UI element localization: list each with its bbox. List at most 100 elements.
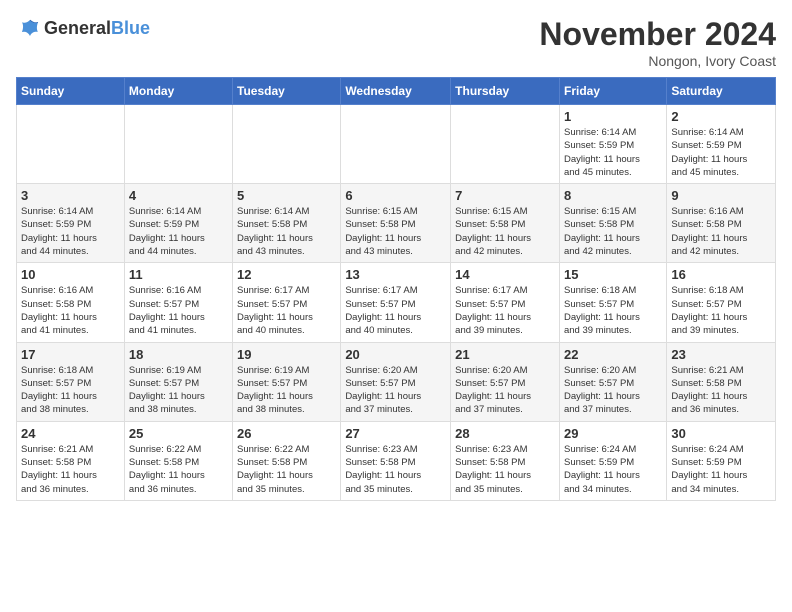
day-info: Sunrise: 6:15 AM Sunset: 5:58 PM Dayligh… bbox=[564, 205, 662, 258]
calendar-cell: 7 Sunrise: 6:15 AM Sunset: 5:58 PM Daylig… bbox=[451, 184, 560, 263]
calendar-cell: 9 Sunrise: 6:16 AM Sunset: 5:58 PM Daylig… bbox=[667, 184, 776, 263]
weekday-header-friday: Friday bbox=[559, 78, 666, 105]
location: Nongon, Ivory Coast bbox=[539, 53, 776, 69]
logo-text-blue: Blue bbox=[111, 18, 150, 38]
calendar-cell: 10 Sunrise: 6:16 AM Sunset: 5:58 PM Dayli… bbox=[17, 263, 125, 342]
day-number: 7 bbox=[455, 188, 555, 203]
day-info: Sunrise: 6:19 AM Sunset: 5:57 PM Dayligh… bbox=[237, 364, 336, 417]
day-info: Sunrise: 6:17 AM Sunset: 5:57 PM Dayligh… bbox=[455, 284, 555, 337]
day-number: 30 bbox=[671, 426, 771, 441]
calendar-cell: 15 Sunrise: 6:18 AM Sunset: 5:57 PM Dayli… bbox=[559, 263, 666, 342]
weekday-header-monday: Monday bbox=[124, 78, 232, 105]
week-row-3: 10 Sunrise: 6:16 AM Sunset: 5:58 PM Dayli… bbox=[17, 263, 776, 342]
day-number: 17 bbox=[21, 347, 120, 362]
calendar-cell bbox=[233, 105, 341, 184]
day-info: Sunrise: 6:23 AM Sunset: 5:58 PM Dayligh… bbox=[455, 443, 555, 496]
day-info: Sunrise: 6:24 AM Sunset: 5:59 PM Dayligh… bbox=[564, 443, 662, 496]
day-number: 1 bbox=[564, 109, 662, 124]
day-number: 27 bbox=[345, 426, 446, 441]
calendar-cell: 22 Sunrise: 6:20 AM Sunset: 5:57 PM Dayli… bbox=[559, 342, 666, 421]
calendar-table: SundayMondayTuesdayWednesdayThursdayFrid… bbox=[16, 77, 776, 501]
calendar-cell: 13 Sunrise: 6:17 AM Sunset: 5:57 PM Dayli… bbox=[341, 263, 451, 342]
calendar-cell: 6 Sunrise: 6:15 AM Sunset: 5:58 PM Daylig… bbox=[341, 184, 451, 263]
calendar-cell: 11Sunrise: 6:16 AM Sunset: 5:57 PM Dayli… bbox=[124, 263, 232, 342]
day-number: 19 bbox=[237, 347, 336, 362]
logo-icon bbox=[18, 16, 42, 40]
day-number: 9 bbox=[671, 188, 771, 203]
calendar-cell: 17 Sunrise: 6:18 AM Sunset: 5:57 PM Dayli… bbox=[17, 342, 125, 421]
week-row-2: 3 Sunrise: 6:14 AM Sunset: 5:59 PM Daylig… bbox=[17, 184, 776, 263]
day-info: Sunrise: 6:18 AM Sunset: 5:57 PM Dayligh… bbox=[564, 284, 662, 337]
day-info: Sunrise: 6:20 AM Sunset: 5:57 PM Dayligh… bbox=[345, 364, 446, 417]
day-info: Sunrise: 6:16 AM Sunset: 5:57 PM Dayligh… bbox=[129, 284, 228, 337]
weekday-header-sunday: Sunday bbox=[17, 78, 125, 105]
day-info: Sunrise: 6:20 AM Sunset: 5:57 PM Dayligh… bbox=[564, 364, 662, 417]
day-number: 25 bbox=[129, 426, 228, 441]
calendar-cell: 24 Sunrise: 6:21 AM Sunset: 5:58 PM Dayli… bbox=[17, 421, 125, 500]
day-number: 3 bbox=[21, 188, 120, 203]
page-header: GeneralBlue November 2024 Nongon, Ivory … bbox=[16, 16, 776, 69]
day-number: 8 bbox=[564, 188, 662, 203]
day-info: Sunrise: 6:19 AM Sunset: 5:57 PM Dayligh… bbox=[129, 364, 228, 417]
day-info: Sunrise: 6:18 AM Sunset: 5:57 PM Dayligh… bbox=[21, 364, 120, 417]
calendar-cell: 25Sunrise: 6:22 AM Sunset: 5:58 PM Dayli… bbox=[124, 421, 232, 500]
calendar-cell: 5 Sunrise: 6:14 AM Sunset: 5:58 PM Daylig… bbox=[233, 184, 341, 263]
day-number: 15 bbox=[564, 267, 662, 282]
weekday-header-wednesday: Wednesday bbox=[341, 78, 451, 105]
day-info: Sunrise: 6:23 AM Sunset: 5:58 PM Dayligh… bbox=[345, 443, 446, 496]
calendar-cell bbox=[17, 105, 125, 184]
month-title: November 2024 bbox=[539, 16, 776, 53]
day-number: 10 bbox=[21, 267, 120, 282]
day-number: 4 bbox=[129, 188, 228, 203]
calendar-cell: 8 Sunrise: 6:15 AM Sunset: 5:58 PM Daylig… bbox=[559, 184, 666, 263]
calendar-cell: 28Sunrise: 6:23 AM Sunset: 5:58 PM Dayli… bbox=[451, 421, 560, 500]
day-number: 6 bbox=[345, 188, 446, 203]
day-number: 23 bbox=[671, 347, 771, 362]
calendar-cell bbox=[341, 105, 451, 184]
day-info: Sunrise: 6:14 AM Sunset: 5:58 PM Dayligh… bbox=[237, 205, 336, 258]
day-number: 2 bbox=[671, 109, 771, 124]
calendar-cell: 30Sunrise: 6:24 AM Sunset: 5:59 PM Dayli… bbox=[667, 421, 776, 500]
day-number: 22 bbox=[564, 347, 662, 362]
weekday-header-row: SundayMondayTuesdayWednesdayThursdayFrid… bbox=[17, 78, 776, 105]
day-info: Sunrise: 6:14 AM Sunset: 5:59 PM Dayligh… bbox=[21, 205, 120, 258]
day-info: Sunrise: 6:18 AM Sunset: 5:57 PM Dayligh… bbox=[671, 284, 771, 337]
day-number: 21 bbox=[455, 347, 555, 362]
day-number: 29 bbox=[564, 426, 662, 441]
week-row-4: 17 Sunrise: 6:18 AM Sunset: 5:57 PM Dayli… bbox=[17, 342, 776, 421]
day-info: Sunrise: 6:17 AM Sunset: 5:57 PM Dayligh… bbox=[345, 284, 446, 337]
week-row-5: 24 Sunrise: 6:21 AM Sunset: 5:58 PM Dayli… bbox=[17, 421, 776, 500]
day-info: Sunrise: 6:14 AM Sunset: 5:59 PM Dayligh… bbox=[564, 126, 662, 179]
day-info: Sunrise: 6:15 AM Sunset: 5:58 PM Dayligh… bbox=[455, 205, 555, 258]
day-info: Sunrise: 6:14 AM Sunset: 5:59 PM Dayligh… bbox=[671, 126, 771, 179]
day-info: Sunrise: 6:22 AM Sunset: 5:58 PM Dayligh… bbox=[237, 443, 336, 496]
calendar-cell: 29 Sunrise: 6:24 AM Sunset: 5:59 PM Dayli… bbox=[559, 421, 666, 500]
day-number: 18 bbox=[129, 347, 228, 362]
calendar-cell: 18 Sunrise: 6:19 AM Sunset: 5:57 PM Dayli… bbox=[124, 342, 232, 421]
logo-text-general: General bbox=[44, 18, 111, 38]
day-number: 20 bbox=[345, 347, 446, 362]
calendar-cell: 2 Sunrise: 6:14 AM Sunset: 5:59 PM Daylig… bbox=[667, 105, 776, 184]
day-number: 24 bbox=[21, 426, 120, 441]
calendar-cell: 19 Sunrise: 6:19 AM Sunset: 5:57 PM Dayli… bbox=[233, 342, 341, 421]
day-number: 5 bbox=[237, 188, 336, 203]
day-number: 26 bbox=[237, 426, 336, 441]
calendar-cell: 3 Sunrise: 6:14 AM Sunset: 5:59 PM Daylig… bbox=[17, 184, 125, 263]
day-info: Sunrise: 6:16 AM Sunset: 5:58 PM Dayligh… bbox=[21, 284, 120, 337]
calendar-cell: 21 Sunrise: 6:20 AM Sunset: 5:57 PM Dayli… bbox=[451, 342, 560, 421]
title-section: November 2024 Nongon, Ivory Coast bbox=[539, 16, 776, 69]
day-info: Sunrise: 6:15 AM Sunset: 5:58 PM Dayligh… bbox=[345, 205, 446, 258]
calendar-cell: 26 Sunrise: 6:22 AM Sunset: 5:58 PM Dayli… bbox=[233, 421, 341, 500]
calendar-cell: 27 Sunrise: 6:23 AM Sunset: 5:58 PM Dayli… bbox=[341, 421, 451, 500]
day-info: Sunrise: 6:14 AM Sunset: 5:59 PM Dayligh… bbox=[129, 205, 228, 258]
calendar-cell: 14 Sunrise: 6:17 AM Sunset: 5:57 PM Dayli… bbox=[451, 263, 560, 342]
calendar-cell bbox=[451, 105, 560, 184]
day-info: Sunrise: 6:21 AM Sunset: 5:58 PM Dayligh… bbox=[21, 443, 120, 496]
calendar-cell: 20 Sunrise: 6:20 AM Sunset: 5:57 PM Dayli… bbox=[341, 342, 451, 421]
day-number: 14 bbox=[455, 267, 555, 282]
weekday-header-thursday: Thursday bbox=[451, 78, 560, 105]
day-info: Sunrise: 6:20 AM Sunset: 5:57 PM Dayligh… bbox=[455, 364, 555, 417]
day-number: 13 bbox=[345, 267, 446, 282]
day-info: Sunrise: 6:16 AM Sunset: 5:58 PM Dayligh… bbox=[671, 205, 771, 258]
calendar-cell: 4 Sunrise: 6:14 AM Sunset: 5:59 PM Daylig… bbox=[124, 184, 232, 263]
